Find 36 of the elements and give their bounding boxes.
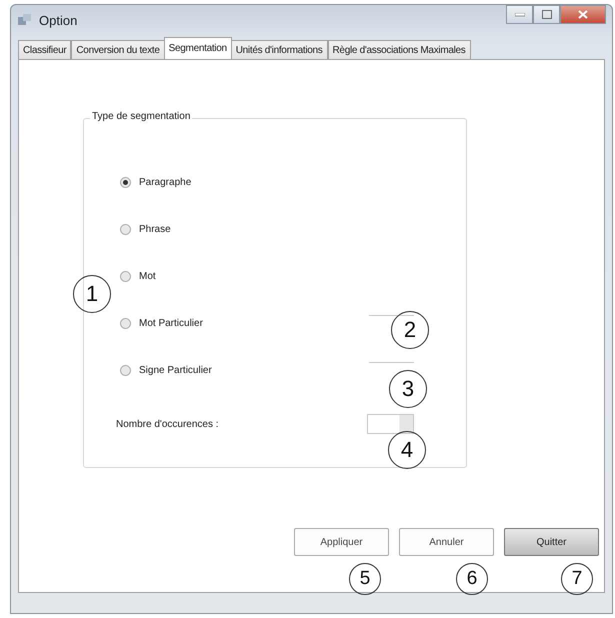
radio-button[interactable] [120, 318, 131, 329]
minimize-icon [514, 12, 524, 16]
callout-number: 4 [388, 431, 426, 469]
count-label: Nombre d'occurences : [116, 418, 219, 430]
radio-label: Mot [139, 271, 156, 282]
radio-button[interactable] [120, 271, 131, 282]
dialog-button[interactable]: Annuler [399, 528, 494, 556]
group-title: Type de segmentation [90, 111, 192, 122]
callout-number: 6 [456, 563, 488, 595]
radio-button[interactable] [120, 224, 131, 235]
radio-label: Phrase [139, 224, 171, 235]
callout-number: 3 [389, 370, 427, 408]
window-title: Option [39, 12, 78, 28]
close-icon [578, 10, 588, 19]
minimize-button[interactable] [506, 5, 533, 24]
maximize-icon [542, 10, 552, 19]
callout-number: 7 [561, 563, 593, 595]
callout-number: 2 [391, 311, 429, 349]
dialog-button[interactable]: Quitter [504, 528, 599, 556]
maximize-button[interactable] [533, 5, 560, 24]
callout-number: 1 [73, 275, 111, 313]
radio-label: Paragraphe [139, 177, 192, 188]
tab[interactable]: Classifieur [18, 40, 72, 59]
radio-button[interactable] [120, 365, 131, 376]
tab[interactable]: Conversion du texte [71, 40, 165, 59]
app-icon [17, 13, 33, 27]
tab[interactable]: Unités d'informations [230, 40, 328, 59]
close-button[interactable] [560, 5, 606, 24]
number-field[interactable] [367, 414, 414, 434]
tab[interactable]: Règle d'associations Maximales [328, 40, 470, 59]
radio-button[interactable] [120, 177, 131, 188]
radio-label: Mot Particulier [139, 318, 203, 329]
callout-number: 5 [349, 563, 381, 595]
radio-label: Signe Particulier [139, 365, 212, 376]
dialog-button[interactable]: Appliquer [294, 528, 389, 556]
tab[interactable]: Segmentation [164, 37, 232, 59]
